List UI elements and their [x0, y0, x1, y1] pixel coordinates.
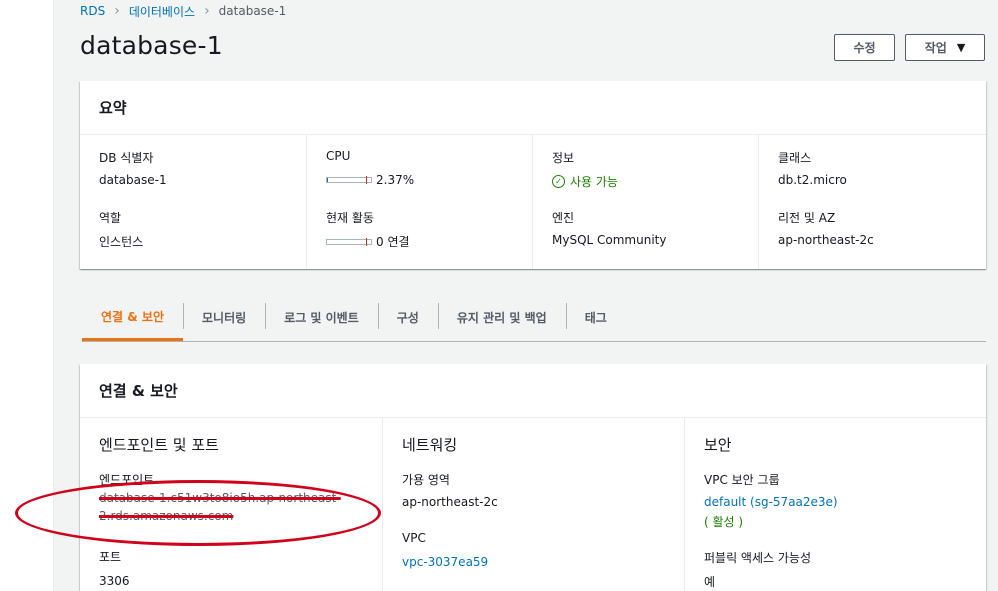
- security-column: 보안 VPC 보안 그룹 default (sg-57aa2e3e) ( 활성 …: [684, 418, 986, 591]
- az-label: 가용 영역: [402, 473, 450, 487]
- security-group-status: ( 활성 ): [704, 515, 744, 529]
- tab-maintenance-backup[interactable]: 유지 관리 및 백업: [437, 294, 566, 341]
- role-label: 역할: [99, 211, 122, 225]
- activity-label: 현재 활동: [326, 211, 374, 225]
- engine-label: 엔진: [552, 211, 575, 225]
- networking-column: 네트워킹 가용 영역 ap-northeast-2c VPC vpc-3037e…: [382, 418, 684, 591]
- cpu-meter: 2.37%: [326, 173, 414, 187]
- tab-connectivity[interactable]: 연결 & 보안: [82, 294, 183, 341]
- class-value: db.t2.micro: [778, 173, 847, 187]
- endpoint-section-title: 엔드포인트 및 포트: [99, 436, 219, 454]
- role-value: 인스턴스: [99, 235, 144, 249]
- identifier-label: DB 식별자: [99, 151, 154, 165]
- tab-logs-events[interactable]: 로그 및 이벤트: [265, 294, 378, 341]
- networking-section-title: 네트워킹: [402, 436, 458, 454]
- summary-col-cpu: CPU 2.37% 현재 활동 0 연결: [306, 135, 532, 269]
- info-status: ✓ 사용 가능: [552, 173, 618, 190]
- activity-meter-bar: [326, 237, 372, 246]
- class-label: 클래스: [778, 151, 812, 165]
- region-value: ap-northeast-2c: [778, 233, 874, 247]
- tab-configuration[interactable]: 구성: [377, 294, 438, 341]
- connectivity-title: 연결 & 보안: [80, 364, 986, 418]
- security-section-title: 보안: [704, 436, 732, 454]
- public-access-label: 퍼블릭 액세스 가능성: [704, 551, 811, 565]
- chevron-right-icon: ›: [114, 3, 120, 19]
- security-group-link[interactable]: default (sg-57aa2e3e): [704, 495, 838, 509]
- endpoint-value-line2: 2.rds.amazonaws.com: [99, 509, 234, 523]
- security-group-label: VPC 보안 그룹: [704, 473, 780, 487]
- activity-value: 0 연결: [376, 235, 410, 249]
- summary-col-identifier: DB 식별자 database-1 역할 인스턴스: [80, 135, 306, 269]
- region-label: 리전 및 AZ: [778, 211, 836, 225]
- vpc-link[interactable]: vpc-3037ea59: [402, 555, 488, 569]
- page-title: database-1: [80, 31, 223, 60]
- summary-col-class: 클래스 db.t2.micro 리전 및 AZ ap-northeast-2c: [758, 135, 984, 269]
- activity-meter-tick: [366, 237, 367, 246]
- tab-monitoring[interactable]: 모니터링: [182, 294, 265, 341]
- info-value: 사용 가능: [570, 175, 618, 189]
- chevron-right-icon: ›: [204, 3, 210, 19]
- actions-button[interactable]: 작업 ▼: [905, 34, 985, 61]
- endpoint-value-line1: database-1.c51w3to8io5h.ap-northeast-: [99, 491, 341, 505]
- connectivity-grid: 엔드포인트 및 포트 엔드포인트 database-1.c51w3to8io5h…: [80, 418, 986, 591]
- activity-meter: 0 연결: [326, 233, 410, 250]
- port-value: 3306: [99, 574, 130, 588]
- main-content: RDS › 데이터베이스 › database-1 database-1 수정 …: [54, 0, 998, 591]
- edit-button-label: 수정: [853, 41, 876, 55]
- caret-down-icon: ▼: [956, 41, 966, 54]
- vpc-label: VPC: [402, 531, 426, 545]
- summary-grid: DB 식별자 database-1 역할 인스턴스 CPU 2.37% 현재 활…: [80, 135, 986, 269]
- summary-panel: 요약 DB 식별자 database-1 역할 인스턴스 CPU 2.37% 현…: [80, 81, 986, 269]
- actions-button-label: 작업: [924, 41, 947, 55]
- cpu-meter-tick: [366, 176, 367, 184]
- connectivity-panel: 연결 & 보안 엔드포인트 및 포트 엔드포인트 database-1.c51w…: [80, 364, 986, 591]
- cpu-meter-bar: [326, 176, 372, 184]
- breadcrumb: RDS › 데이터베이스 › database-1: [80, 3, 286, 19]
- public-access-value: 예: [704, 575, 716, 589]
- tab-tags[interactable]: 태그: [565, 294, 626, 341]
- endpoint-column: 엔드포인트 및 포트 엔드포인트 database-1.c51w3to8io5h…: [80, 418, 382, 591]
- cpu-label: CPU: [326, 149, 351, 163]
- cpu-value: 2.37%: [376, 173, 415, 187]
- az-value: ap-northeast-2c: [402, 495, 498, 509]
- cpu-meter-fill: [327, 178, 329, 182]
- identifier-value: database-1: [99, 173, 167, 187]
- left-gutter: [0, 0, 54, 591]
- breadcrumb-databases[interactable]: 데이터베이스: [129, 3, 195, 20]
- engine-value: MySQL Community: [552, 233, 667, 247]
- info-label: 정보: [552, 151, 575, 165]
- port-label: 포트: [99, 550, 122, 564]
- endpoint-label: 엔드포인트: [99, 473, 155, 487]
- edit-button[interactable]: 수정: [834, 34, 895, 61]
- breadcrumb-rds[interactable]: RDS: [80, 4, 105, 18]
- summary-col-info: 정보 ✓ 사용 가능 엔진 MySQL Community: [532, 135, 758, 269]
- summary-title: 요약: [80, 81, 986, 135]
- breadcrumb-current: database-1: [218, 4, 287, 18]
- check-circle-icon: ✓: [552, 175, 565, 188]
- detail-tabs: 연결 & 보안 모니터링 로그 및 이벤트 구성 유지 관리 및 백업 태그: [82, 294, 986, 342]
